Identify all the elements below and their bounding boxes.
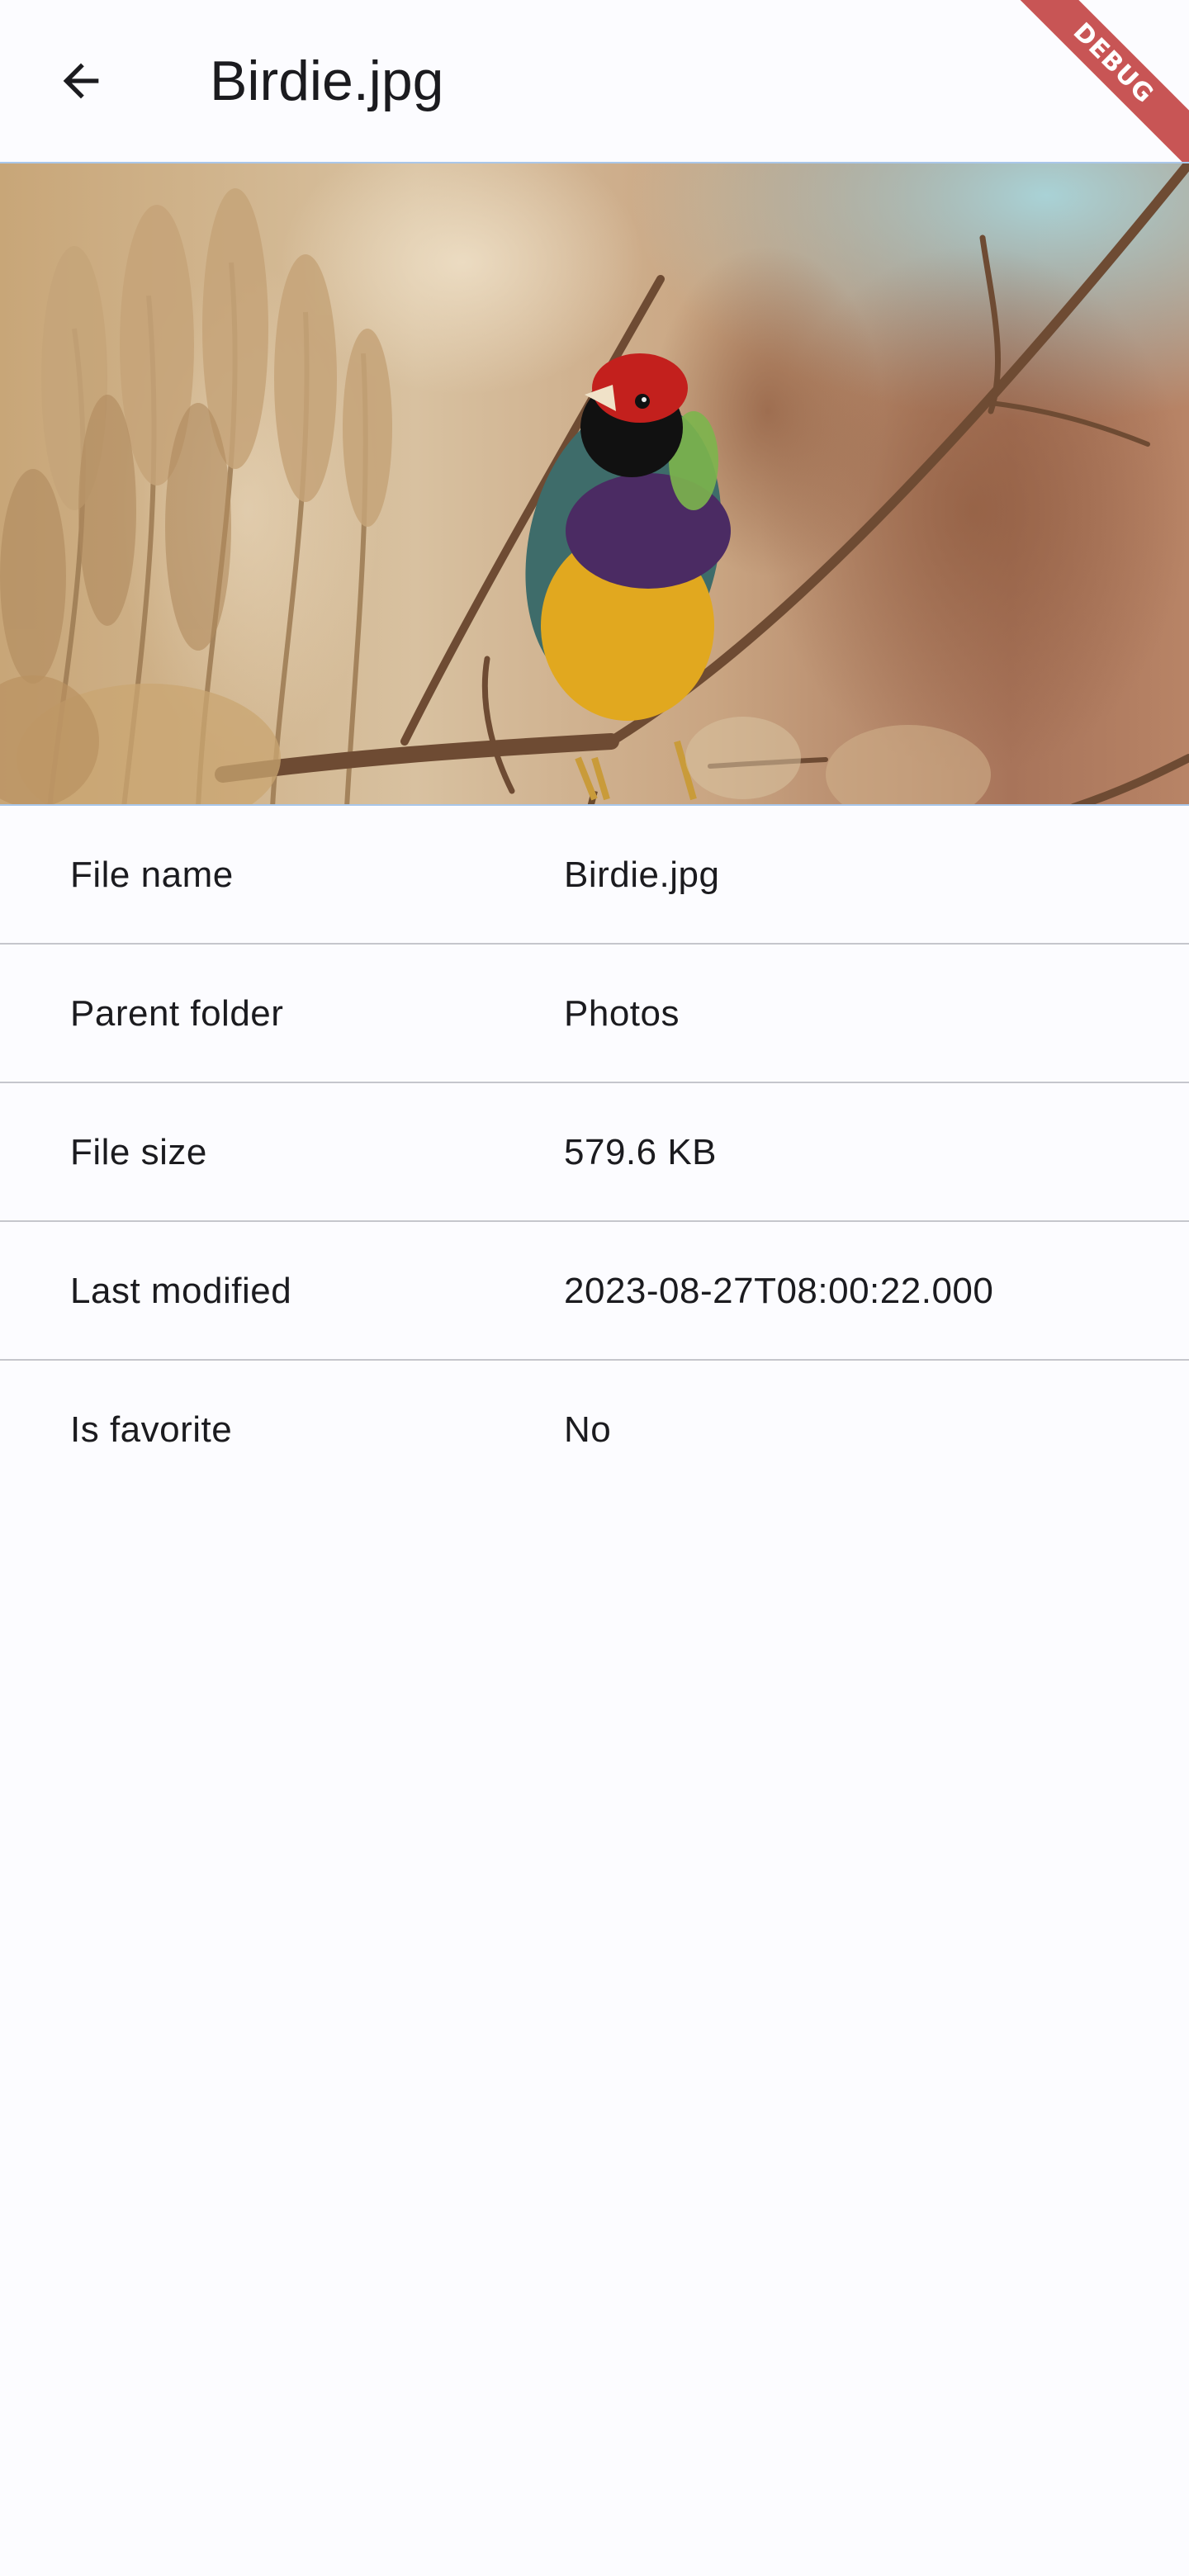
back-button[interactable] [40, 40, 122, 122]
detail-label: File size [70, 1132, 207, 1172]
page-title: Birdie.jpg [210, 50, 444, 112]
file-details-list: File name Birdie.jpg Parent folder Photo… [0, 806, 1189, 1499]
detail-value: 2023-08-27T08:00:22.000 [564, 1271, 994, 1311]
detail-value: Photos [564, 993, 680, 1034]
detail-label: File name [70, 855, 234, 895]
detail-row-file-size: File size 579.6 KB [0, 1083, 1189, 1222]
detail-label: Is favorite [70, 1409, 233, 1450]
detail-value: Birdie.jpg [564, 855, 720, 895]
app-bar: Birdie.jpg [0, 0, 1189, 162]
arrow-back-icon [63, 63, 99, 99]
detail-label: Parent folder [70, 993, 284, 1034]
bird-photo [0, 163, 1189, 804]
detail-value: 579.6 KB [564, 1132, 718, 1172]
detail-row-last-modified: Last modified 2023-08-27T08:00:22.000 [0, 1222, 1189, 1361]
file-preview-image [0, 162, 1189, 806]
detail-row-file-name: File name Birdie.jpg [0, 806, 1189, 945]
detail-label: Last modified [70, 1271, 292, 1311]
detail-value: No [564, 1409, 612, 1450]
detail-row-parent-folder: Parent folder Photos [0, 945, 1189, 1083]
detail-row-is-favorite: Is favorite No [0, 1361, 1189, 1499]
